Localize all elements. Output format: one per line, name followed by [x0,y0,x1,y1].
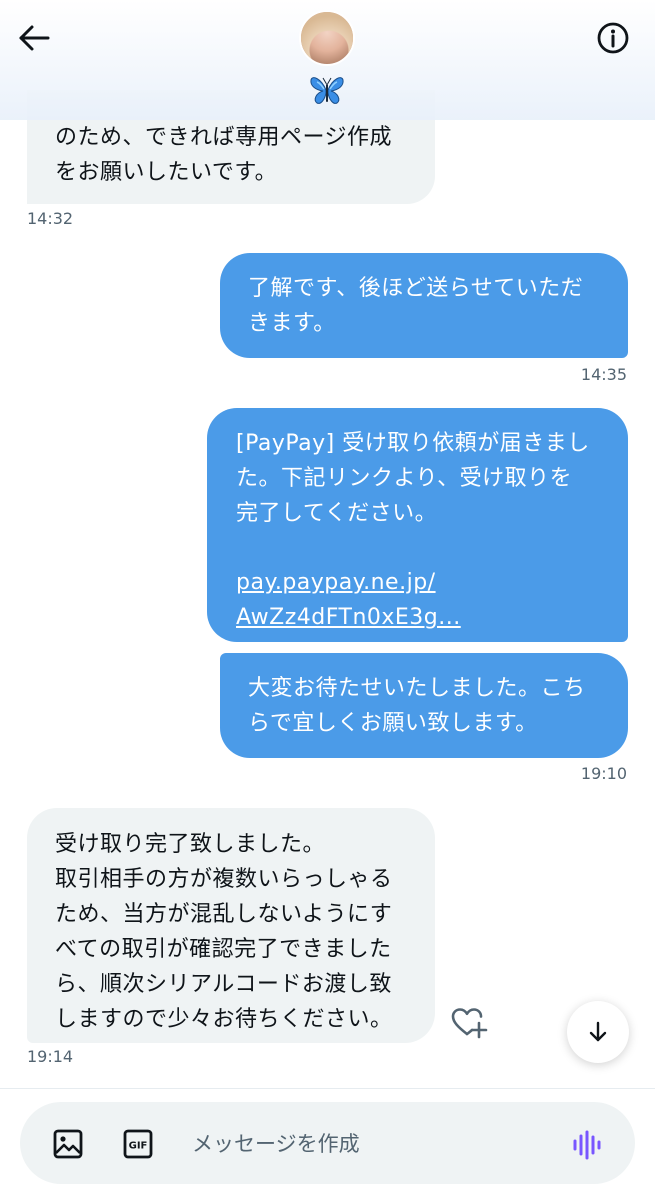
message-timestamp: 19:10 [580,764,627,783]
message-text: のため、できれば専用ページ作成 をお願いしたいです。 [55,125,393,185]
paypay-link-continued[interactable]: AwZz4dFTn0xE3g... [236,605,461,630]
scroll-to-bottom-button[interactable] [567,1001,629,1063]
add-photo-button[interactable] [48,1124,88,1164]
paypay-link[interactable]: pay.paypay.ne.jp/ [236,570,436,595]
back-button[interactable] [14,18,54,58]
message-text: 了解です、後ほど送らせていただ きます。 [248,276,584,336]
image-icon [53,1129,83,1159]
message-bubble-sent[interactable]: 大変お待たせいたしました。こち らで宜しくお願い致します。 [220,653,628,758]
dm-conversation-screen: のため、できれば専用ページ作成 をお願いしたいです。 14:32 了解です、後ほ… [0,0,655,1200]
message-timestamp: 14:35 [580,365,627,384]
voice-wave-icon [573,1130,601,1160]
voice-message-button[interactable] [566,1124,608,1166]
contact-avatar[interactable] [299,10,355,66]
gif-label: GIF [129,1141,148,1152]
message-text: 大変お待たせいたしました。こち らで宜しくお願い致します。 [248,676,586,736]
message-timestamp: 14:32 [27,209,74,228]
info-circle-icon [597,22,629,54]
message-timestamp: 19:14 [27,1047,74,1066]
arrow-down-icon [589,1021,607,1042]
butterfly-emoji [309,74,345,108]
message-text: 受け取り完了致しました。 取引相手の方が複数いらっしゃる ため、当方が混乱しない… [55,832,393,1032]
message-text: [PayPay] 受け取り依頼が届きまし た。下記リンクより、受け取りを 完了し… [236,431,590,526]
arrow-left-icon [19,25,50,51]
add-reaction-heart-icon[interactable] [450,1006,488,1040]
message-bubble-sent[interactable]: [PayPay] 受け取り依頼が届きまし た。下記リンクより、受け取りを 完了し… [207,408,628,642]
add-gif-button[interactable]: GIF [118,1124,158,1164]
message-bubble-received[interactable]: 受け取り完了致しました。 取引相手の方が複数いらっしゃる ため、当方が混乱しない… [27,808,435,1043]
conversation-info-button[interactable] [593,18,633,58]
conversation-header [0,0,655,120]
message-input[interactable] [192,1122,542,1166]
gif-icon: GIF [123,1129,153,1159]
message-bubble-sent[interactable]: 了解です、後ほど送らせていただ きます。 [220,253,628,358]
